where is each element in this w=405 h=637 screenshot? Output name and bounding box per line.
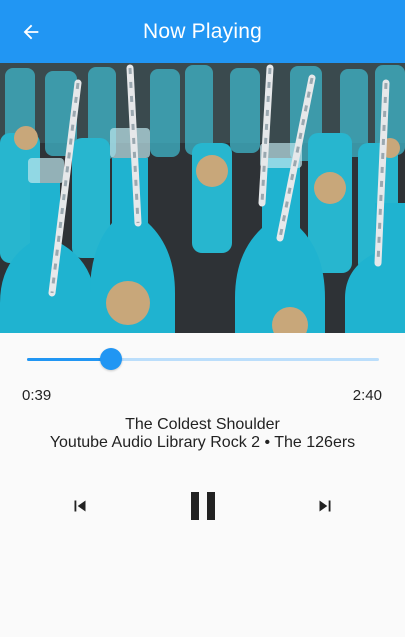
seek-slider[interactable] bbox=[27, 345, 379, 375]
pause-button[interactable] bbox=[178, 481, 228, 531]
track-subtitle: Youtube Audio Library Rock 2 • The 126er… bbox=[49, 434, 356, 451]
track-title: The Coldest Shoulder bbox=[125, 416, 280, 433]
seek-thumb[interactable] bbox=[100, 348, 123, 370]
pause-icon bbox=[191, 492, 215, 520]
page-title: Now Playing bbox=[143, 19, 262, 43]
total-time: 2:40 bbox=[352, 387, 382, 404]
album-art bbox=[0, 63, 405, 333]
next-button[interactable] bbox=[309, 490, 341, 522]
skip-previous-icon bbox=[74, 500, 86, 512]
app-bar: Now Playing bbox=[0, 0, 405, 63]
skip-next-icon bbox=[319, 500, 331, 512]
album-art-image bbox=[0, 63, 405, 333]
previous-button[interactable] bbox=[64, 490, 96, 522]
elapsed-time: 0:39 bbox=[22, 387, 52, 404]
seek-track-progress bbox=[27, 358, 112, 361]
